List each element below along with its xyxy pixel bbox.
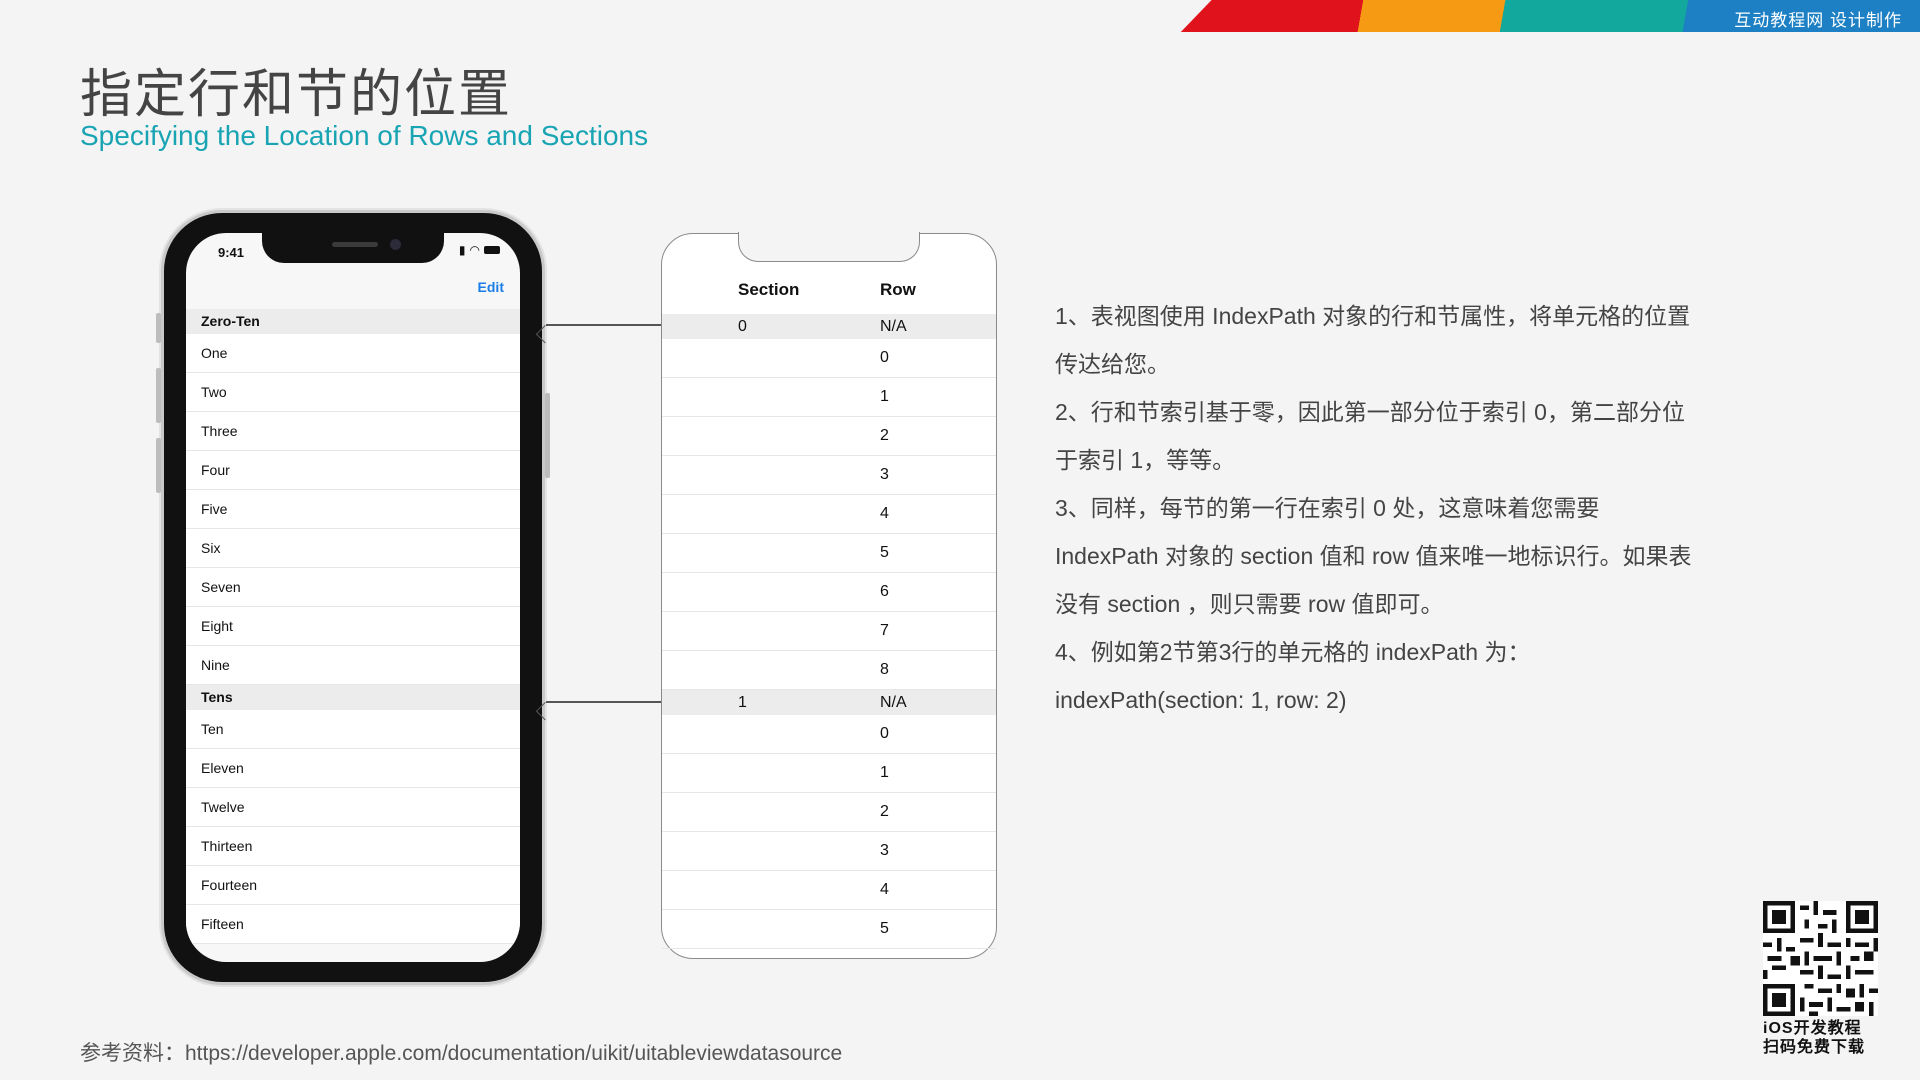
table-row: 0: [662, 715, 996, 754]
page-title: 指定行和节的位置: [80, 66, 513, 124]
table-cell[interactable]: Six: [186, 529, 520, 568]
phone-side-button: [156, 368, 161, 423]
section-header: Zero-Ten: [186, 309, 520, 334]
arrow-left-icon: [546, 701, 661, 703]
table-cell[interactable]: Five: [186, 490, 520, 529]
outline-notch: [738, 232, 920, 262]
phone-mockup: 9:41 ▮ ◠ Edit Zero-Ten One Two Three Four Fiv…: [156, 213, 550, 982]
table-cell[interactable]: Three: [186, 412, 520, 451]
table-cell[interactable]: Thirteen: [186, 827, 520, 866]
section-column-header: Section: [738, 280, 800, 299]
table-row: 3: [662, 456, 996, 495]
description-line: 没有 section ，则只需要 row 值即可。: [1055, 591, 1444, 617]
wifi-icon: ◠: [469, 243, 480, 257]
phone-side-button: [156, 313, 161, 343]
arrow-left-icon: [546, 324, 661, 326]
phone-screen: 9:41 ▮ ◠ Edit Zero-Ten One Two Three Four Fiv…: [186, 233, 520, 962]
phone-side-button: [156, 438, 161, 493]
table-row: 4: [662, 495, 996, 534]
description-line: 1、表视图使用 IndexPath 对象的行和节属性，将单元格的位置: [1055, 303, 1691, 329]
table-row: 5: [662, 910, 996, 949]
description-line: 传达给您。: [1055, 351, 1170, 377]
table-row: 8: [662, 651, 996, 690]
row-value: 5: [880, 920, 889, 937]
table-row: 0 N/A: [662, 314, 996, 339]
row-value: 8: [880, 661, 889, 678]
row-value: N/A: [880, 318, 907, 335]
table-cell[interactable]: Ten: [186, 710, 520, 749]
row-value: 2: [880, 427, 889, 444]
row-value: 0: [880, 725, 889, 742]
index-table-outline: Section Row 0 N/A 0 1 2 3 4 5 6 7 8 1 N/A 0 1 2 3 4 5: [661, 232, 997, 959]
index-table: 0 N/A 0 1 2 3 4 5 6 7 8 1 N/A 0 1 2 3 4 5: [662, 314, 996, 949]
phone-side-button: [545, 393, 550, 478]
table-cell[interactable]: Twelve: [186, 788, 520, 827]
qr-caption: iOS开发教程 扫码免费下载: [1763, 1019, 1883, 1057]
description-line: 2、行和节索引基于零，因此第一部分位于索引 0，第二部分位: [1055, 399, 1685, 425]
row-value: 3: [880, 842, 889, 859]
table-cell[interactable]: Two: [186, 373, 520, 412]
table-row: 1: [662, 754, 996, 793]
table-cell[interactable]: Fourteen: [186, 866, 520, 905]
row-value: 2: [880, 803, 889, 820]
table-view: Zero-Ten One Two Three Four Five Six Seven Eight…: [186, 309, 520, 944]
table-row: 2: [662, 793, 996, 832]
row-value: 3: [880, 466, 889, 483]
table-cell[interactable]: Seven: [186, 568, 520, 607]
description-line: indexPath(section: 1, row: 2): [1055, 687, 1347, 713]
table-row: 6: [662, 573, 996, 612]
signal-icon: ▮: [458, 243, 466, 257]
row-value: 4: [880, 881, 889, 898]
qr-caption-line: 扫码免费下载: [1763, 1039, 1866, 1056]
table-row: 5: [662, 534, 996, 573]
table-cell[interactable]: Eleven: [186, 749, 520, 788]
row-value: 1: [880, 764, 889, 781]
edit-button[interactable]: Edit: [478, 279, 504, 295]
table-cell[interactable]: Nine: [186, 646, 520, 685]
row-value: 7: [880, 622, 889, 639]
table-row: 7: [662, 612, 996, 651]
section-header: Tens: [186, 685, 520, 710]
section-value: 0: [738, 318, 747, 335]
status-icons: ▮ ◠: [459, 243, 500, 257]
section-value: 1: [738, 694, 747, 711]
table-cell[interactable]: Eight: [186, 607, 520, 646]
status-time: 9:41: [218, 245, 245, 260]
row-column-header: Row: [880, 280, 916, 299]
table-cell[interactable]: Fifteen: [186, 905, 520, 944]
camera-icon: [390, 239, 401, 250]
reference-link[interactable]: 参考资料：https://developer.apple.com/documen…: [80, 1037, 842, 1067]
slide: 互动教程网 设计制作 指定行和节的位置 Specifying the Locat…: [0, 0, 1920, 1080]
description-line: 于索引 1，等等。: [1055, 447, 1236, 473]
table-row: 0: [662, 339, 996, 378]
battery-icon: [484, 246, 500, 254]
table-cell[interactable]: One: [186, 334, 520, 373]
description-line: IndexPath 对象的 section 值和 row 值来唯一地标识行。如果…: [1055, 543, 1692, 569]
banner-text: 互动教程网 设计制作: [1734, 11, 1902, 30]
description-line: 4、例如第2节第3行的单元格的 indexPath 为：: [1055, 639, 1531, 665]
table-row: 4: [662, 871, 996, 910]
row-value: 1: [880, 388, 889, 405]
row-value: 4: [880, 505, 889, 522]
qr-code-icon: [1763, 901, 1878, 1016]
description-line: 3、同样，每节的第一行在索引 0 处，这意味着您需要: [1055, 495, 1600, 521]
page-subtitle: Specifying the Location of Rows and Sect…: [80, 120, 649, 151]
description-text: 1、表视图使用 IndexPath 对象的行和节属性，将单元格的位置 传达给您。 2…: [1055, 292, 1745, 724]
table-cell[interactable]: Four: [186, 451, 520, 490]
row-value: 5: [880, 544, 889, 561]
qr-caption-line: iOS开发教程: [1763, 1020, 1862, 1037]
table-row: 3: [662, 832, 996, 871]
table-row: 1: [662, 378, 996, 417]
phone-notch: [262, 233, 444, 263]
table-row: 1 N/A: [662, 690, 996, 715]
speaker-icon: [332, 242, 378, 247]
row-value: N/A: [880, 694, 907, 711]
row-value: 0: [880, 349, 889, 366]
row-value: 6: [880, 583, 889, 600]
table-row: 2: [662, 417, 996, 456]
